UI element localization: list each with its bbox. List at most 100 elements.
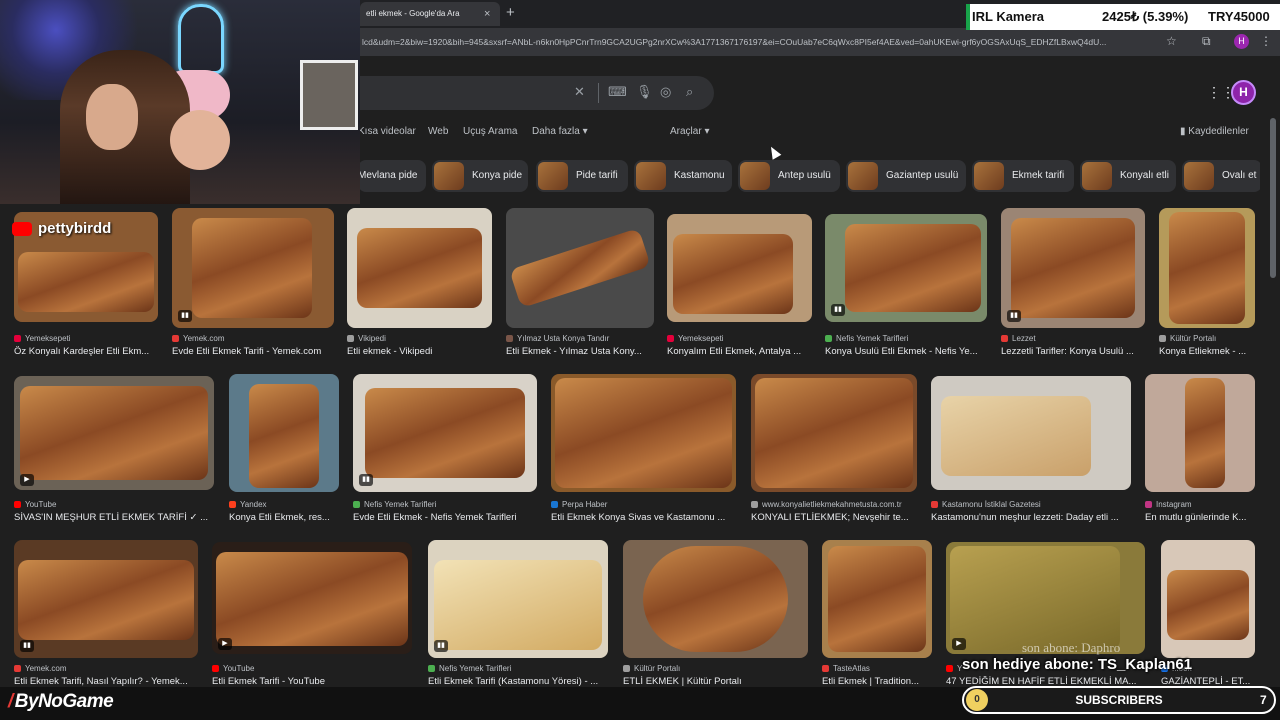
- result-title[interactable]: Etli Ekmek Konya Sivas ve Kastamonu ...: [551, 512, 736, 523]
- chip[interactable]: Mevlana pide: [360, 160, 426, 192]
- image-result[interactable]: ▶ YouTube Etli Ekmek Tarifi - YouTube: [212, 542, 412, 690]
- chip[interactable]: Ovalı et: [1182, 160, 1260, 192]
- ticker-accent: [966, 4, 970, 30]
- donation-ticker: IRL Kamera 2425₺ (5.39%) TRY45000: [966, 4, 1280, 30]
- result-image: [1145, 374, 1255, 492]
- result-image: ▮▮: [428, 540, 608, 658]
- streamer-hand: [170, 110, 230, 170]
- chip[interactable]: Antep usulü: [738, 160, 840, 192]
- image-result[interactable]: Vikipedi Etli ekmek - Vikipedi: [347, 208, 492, 362]
- nav-more[interactable]: Daha fazla ▾: [532, 126, 588, 137]
- ticker-goal: TRY45000: [1208, 9, 1270, 24]
- search-input[interactable]: ✕ ⌨ 🎙 ◎ ⌕: [360, 76, 714, 110]
- image-result[interactable]: ▮▮ Nefis Yemek Tarifleri Konya Usulü Etl…: [825, 214, 987, 362]
- result-title[interactable]: Etli ekmek - Vikipedi: [347, 346, 492, 357]
- subs-goal: 7: [1260, 693, 1267, 707]
- result-source-text: Yemeksepeti: [25, 334, 71, 343]
- address-bar[interactable]: lcd&udm=2&biw=1920&bih=945&sxsrf=ANbL-n6…: [360, 28, 1280, 56]
- result-source: Kastamonu İstiklal Gazetesi: [931, 500, 1131, 509]
- microphone-icon[interactable]: 🎙: [636, 84, 653, 100]
- result-source: Kültür Portalı: [1159, 334, 1255, 343]
- result-title[interactable]: Etli Ekmek | Tradition...: [822, 676, 932, 687]
- result-title[interactable]: Konyalım Etli Ekmek, Antalya ...: [667, 346, 812, 357]
- chip[interactable]: Ekmek tarifi: [972, 160, 1074, 192]
- result-title[interactable]: Etli Ekmek Tarifi, Nasıl Yapılır? - Yeme…: [14, 676, 198, 687]
- subs-label: SUBSCRIBERS: [1075, 693, 1163, 707]
- image-result[interactable]: ▮▮ Nefis Yemek Tarifleri Evde Etli Ekmek…: [353, 374, 537, 526]
- image-result[interactable]: Kültür Portalı ETLİ EKMEK | Kültür Porta…: [623, 540, 808, 690]
- nav-flights[interactable]: Uçuş Arama: [463, 126, 517, 137]
- result-image: [751, 374, 917, 492]
- result-title[interactable]: Lezzetli Tarifler: Konya Usulü ...: [1001, 346, 1145, 357]
- result-source: TasteAtlas: [822, 664, 932, 673]
- result-title[interactable]: Konya Usulü Etli Ekmek - Nefis Ye...: [825, 346, 987, 357]
- related-chips: Mevlana pide Konya pide Pide tarifi Kast…: [360, 160, 1260, 192]
- image-result[interactable]: Yandex Konya Etli Ekmek, res...: [229, 374, 339, 526]
- image-result[interactable]: Yemeksepeti Konyalım Etli Ekmek, Antalya…: [667, 214, 812, 362]
- chip[interactable]: Kastamonu: [634, 160, 732, 192]
- page-scrollbar[interactable]: [1270, 118, 1276, 278]
- lens-icon[interactable]: ◎: [660, 84, 671, 100]
- browser-tab[interactable]: etli ekmek - Google'da Ara ×: [360, 2, 500, 26]
- wall-frame: [300, 60, 358, 130]
- result-image: ▶: [212, 542, 412, 654]
- result-title[interactable]: ETLİ EKMEK | Kültür Portalı: [623, 676, 808, 687]
- image-result[interactable]: Kültür Portalı Konya Etliekmek - ...: [1159, 208, 1255, 362]
- nav-tools[interactable]: Araçlar ▾: [670, 126, 709, 137]
- image-result[interactable]: ▮▮ Yemek.com Evde Etli Ekmek Tarifi - Ye…: [172, 208, 334, 362]
- bookmark-star-icon[interactable]: ☆: [1166, 34, 1177, 48]
- image-result[interactable]: ▮▮ Yemek.com Etli Ekmek Tarifi, Nasıl Ya…: [14, 540, 198, 690]
- result-title[interactable]: Etli Ekmek Tarifi (Kastamonu Yöresi) - .…: [428, 676, 608, 687]
- chip-thumb: [434, 162, 464, 190]
- image-result[interactable]: www.konyalietliekmekahmetusta.com.tr KON…: [751, 374, 917, 526]
- nav-web[interactable]: Web: [428, 126, 448, 137]
- search-icon[interactable]: ⌕: [686, 84, 693, 100]
- chip-thumb: [538, 162, 568, 190]
- result-title[interactable]: Konya Etliekmek - ...: [1159, 346, 1255, 357]
- keyboard-icon[interactable]: ⌨: [608, 84, 627, 100]
- url-text[interactable]: lcd&udm=2&biw=1920&bih=945&sxsrf=ANbL-n6…: [362, 37, 1162, 47]
- result-image: ▮▮: [353, 374, 537, 492]
- result-image: [229, 374, 339, 492]
- result-image: [506, 208, 654, 328]
- image-result[interactable]: Yılmaz Usta Konya Tandır Etli Ekmek - Yı…: [506, 208, 654, 362]
- clear-search-icon[interactable]: ✕: [574, 84, 585, 100]
- chip[interactable]: Konyalı etli: [1080, 160, 1176, 192]
- image-result[interactable]: TasteAtlas Etli Ekmek | Tradition...: [822, 540, 932, 690]
- result-source: YouTube: [212, 664, 412, 673]
- result-image: [822, 540, 932, 658]
- extensions-icon[interactable]: ⧉: [1202, 34, 1211, 49]
- account-avatar[interactable]: H: [1231, 80, 1256, 105]
- ticker-label: IRL Kamera: [972, 9, 1045, 24]
- result-title[interactable]: Öz Konyalı Kardeşler Etli Ekm...: [14, 346, 158, 357]
- image-result[interactable]: ▶ YouTube SİVAS'IN MEŞHUR ETLİ EKMEK TAR…: [14, 376, 214, 526]
- image-result[interactable]: ▮▮ Nefis Yemek Tarifleri Etli Ekmek Tari…: [428, 540, 608, 690]
- result-title[interactable]: SİVAS'IN MEŞHUR ETLİ EKMEK TARİFİ ✓ ...: [14, 512, 214, 523]
- result-title[interactable]: Etli Ekmek Tarifi - YouTube: [212, 676, 412, 687]
- browser-menu-icon[interactable]: ⋮: [1260, 34, 1272, 48]
- result-title[interactable]: En mutlu günlerinde K...: [1145, 512, 1255, 523]
- chip[interactable]: Konya pide: [432, 160, 528, 192]
- chip[interactable]: Pide tarifi: [536, 160, 628, 192]
- browser-profile-avatar[interactable]: H: [1234, 34, 1249, 49]
- saved-link[interactable]: ▮ Kaydedilenler: [1180, 126, 1249, 137]
- result-title[interactable]: Evde Etli Ekmek Tarifi - Yemek.com: [172, 346, 334, 357]
- chip[interactable]: Gaziantep usulü: [846, 160, 966, 192]
- image-result[interactable]: ▮▮ Lezzet Lezzetli Tarifler: Konya Usulü…: [1001, 208, 1145, 362]
- new-tab-button[interactable]: +: [506, 4, 515, 21]
- close-tab-icon[interactable]: ×: [484, 8, 490, 20]
- image-result[interactable]: Kastamonu İstiklal Gazetesi Kastamonu'nu…: [931, 376, 1131, 526]
- image-result[interactable]: Instagram En mutlu günlerinde K...: [1145, 374, 1255, 526]
- result-title[interactable]: Konya Etli Ekmek, res...: [229, 512, 339, 523]
- image-result[interactable]: Perpa Haber Etli Ekmek Konya Sivas ve Ka…: [551, 374, 736, 526]
- result-image: [1159, 208, 1255, 328]
- result-title[interactable]: Evde Etli Ekmek - Nefis Yemek Tarifleri: [353, 512, 537, 523]
- result-image: ▮▮: [14, 540, 198, 658]
- result-title[interactable]: KONYALI ETLİEKMEK; Nevşehir te...: [751, 512, 917, 523]
- nav-short-videos[interactable]: Kısa videolar: [358, 126, 416, 137]
- result-title[interactable]: Kastamonu'nun meşhur lezzeti: Daday etli…: [931, 512, 1131, 523]
- result-title[interactable]: Etli Ekmek - Yılmaz Usta Kony...: [506, 346, 654, 357]
- result-source: www.konyalietliekmekahmetusta.com.tr: [751, 500, 917, 509]
- chip-label: Kastamonu: [674, 170, 725, 181]
- youtube-icon: [12, 222, 32, 236]
